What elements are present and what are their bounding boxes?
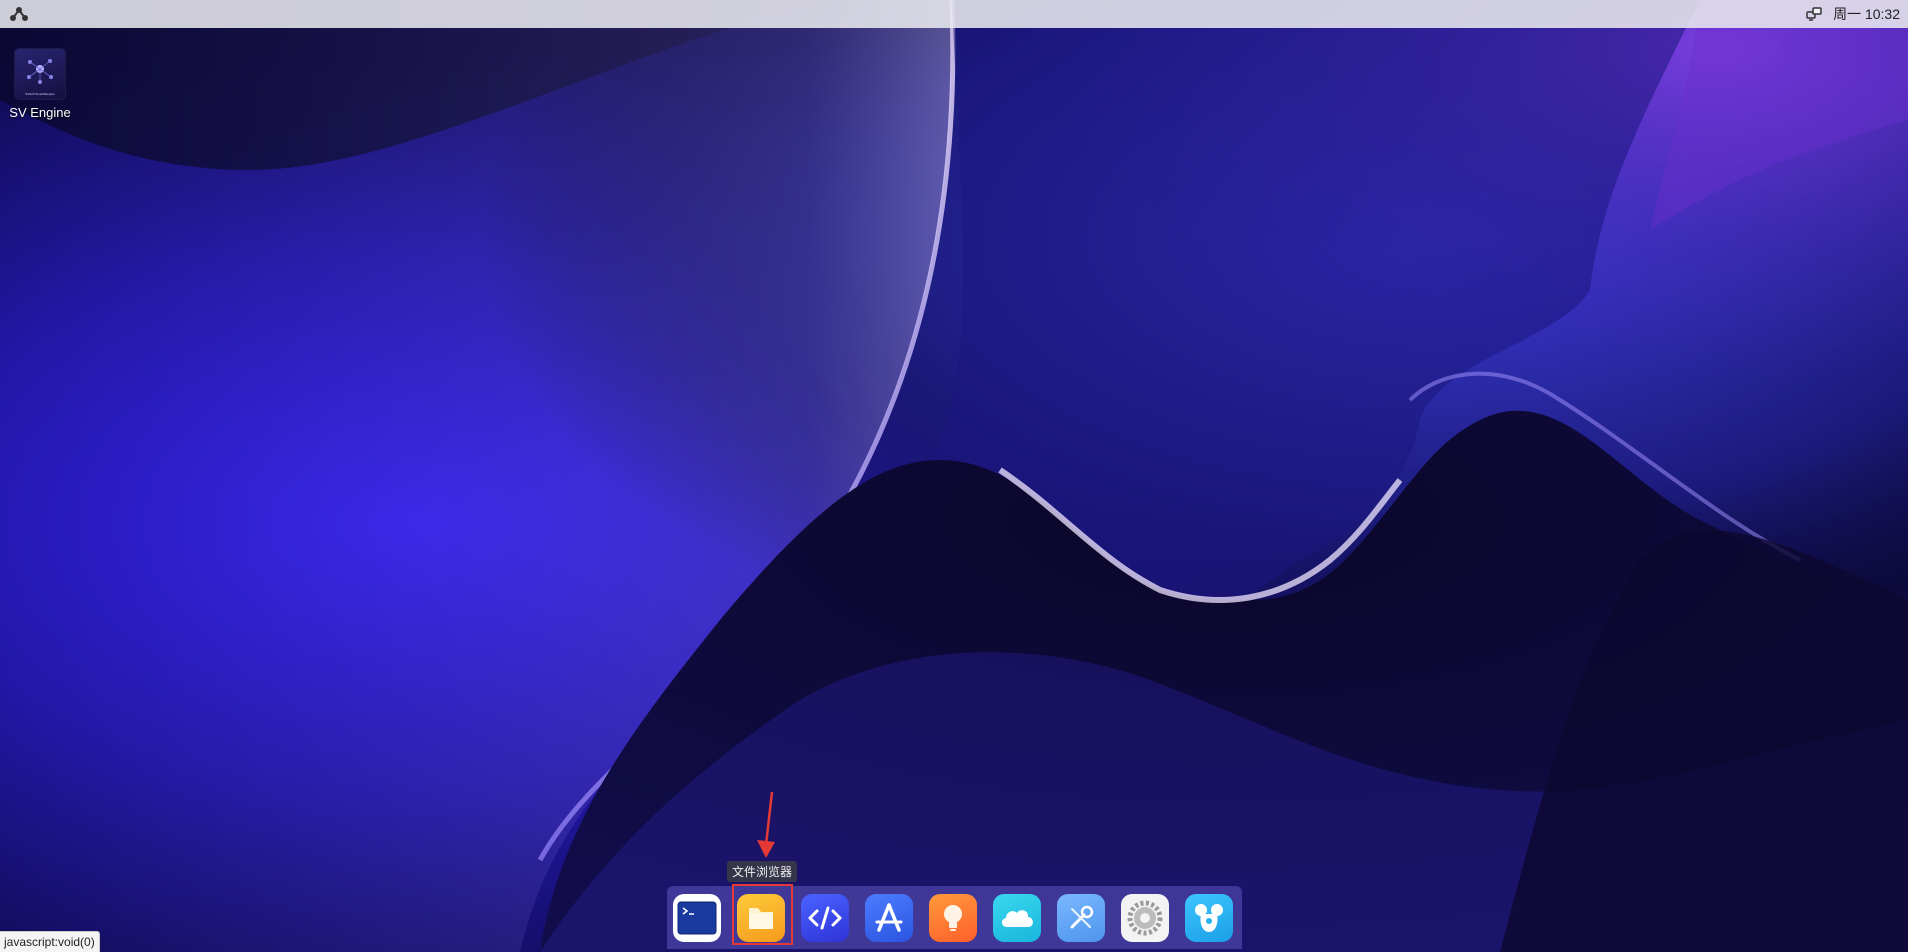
dock-item-terminal[interactable]: [673, 893, 721, 942]
dock: [667, 886, 1242, 949]
lightbulb-icon: [944, 904, 962, 931]
gear-icon: [1127, 900, 1163, 935]
annotation-arrow: [757, 791, 775, 858]
dock-item-tips[interactable]: [929, 893, 977, 942]
dock-item-app-store[interactable]: [865, 893, 913, 942]
wrench-icon: [1070, 905, 1094, 928]
desktop[interactable]: 周一 10:32 SVSoft SmartVEngine SV Engine 文…: [0, 0, 1908, 952]
app-store-icon: [875, 902, 903, 932]
system-tray: 周一 10:32: [1805, 4, 1900, 24]
dock-item-cloud[interactable]: [993, 893, 1041, 942]
mascot-icon: [1195, 903, 1223, 932]
sv-engine-icon-caption: SVSoft SmartVEngine: [25, 92, 55, 96]
top-panel: 周一 10:32: [0, 0, 1908, 28]
dock-item-tools[interactable]: [1057, 893, 1105, 942]
app-launcher-icon[interactable]: [8, 3, 30, 25]
dock-item-mascot-app[interactable]: [1185, 893, 1233, 942]
network-icon[interactable]: [1805, 5, 1823, 23]
desktop-icon-label: SV Engine: [9, 105, 71, 120]
terminal-icon: [677, 901, 717, 934]
dock-item-file-browser[interactable]: [737, 893, 785, 942]
clock[interactable]: 周一 10:32: [1833, 4, 1900, 24]
code-icon: [808, 906, 842, 929]
cloud-icon: [1001, 909, 1033, 927]
status-bar-url: javascript:void(0): [0, 931, 100, 952]
wallpaper: [0, 0, 1908, 952]
dock-item-settings[interactable]: [1121, 893, 1169, 942]
dock-tooltip: 文件浏览器: [727, 861, 798, 882]
folder-icon: [749, 907, 773, 929]
dock-item-code-editor[interactable]: [801, 893, 849, 942]
sv-engine-icon: SVSoft SmartVEngine: [15, 49, 65, 99]
desktop-icon-sv-engine[interactable]: SVSoft SmartVEngine SV Engine: [8, 49, 72, 120]
